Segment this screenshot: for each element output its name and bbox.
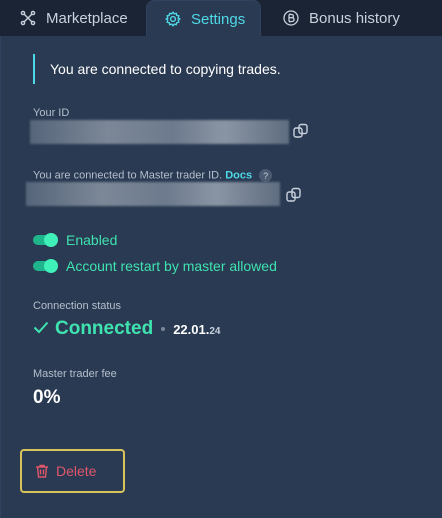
master-trader-id-value <box>26 182 280 206</box>
gear-icon <box>165 11 181 27</box>
tab-bonus-history-label: Bonus history <box>309 9 400 27</box>
tab-settings-label: Settings <box>191 10 246 28</box>
master-trader-label-text: You are connected to Master trader ID. <box>33 169 223 182</box>
connection-status-value: Connected <box>55 318 154 339</box>
fee-value: 0% <box>33 387 61 408</box>
your-id-label: Your ID <box>33 107 70 119</box>
delete-button-label: Delete <box>56 463 97 479</box>
master-trader-label: You are connected to Master trader ID. D… <box>33 169 273 182</box>
your-id-value <box>30 120 289 144</box>
help-icon[interactable]: ? <box>259 169 273 182</box>
connection-status-label: Connection status <box>33 300 122 312</box>
docs-link[interactable]: Docs <box>225 169 252 181</box>
checkmark-icon <box>33 320 49 339</box>
enabled-toggle-row[interactable]: Enabled <box>33 232 117 248</box>
copy-icon[interactable] <box>285 186 303 204</box>
connection-notice: You are connected to copying trades. <box>33 54 413 84</box>
settings-panel: You are connected to copying trades. You… <box>0 36 442 518</box>
connection-date-year: 24 <box>209 325 221 337</box>
connection-notice-text: You are connected to copying trades. <box>50 61 281 77</box>
connection-status: Connected 22.01.24 <box>33 318 220 340</box>
delete-button[interactable]: Delete <box>20 449 125 493</box>
connection-date-day: 22.01. <box>173 321 210 337</box>
enabled-toggle[interactable] <box>33 233 58 247</box>
bitcoin-icon <box>283 10 299 26</box>
restart-toggle-row[interactable]: Account restart by master allowed <box>33 258 277 274</box>
tab-settings[interactable]: Settings <box>146 0 261 37</box>
tab-marketplace[interactable]: Marketplace <box>20 0 128 36</box>
tab-bar: Marketplace Settings Bonus history <box>0 0 442 37</box>
separator-dot <box>161 327 166 331</box>
enabled-toggle-label: Enabled <box>66 232 118 248</box>
trash-icon <box>34 463 50 479</box>
copy-icon[interactable] <box>292 122 310 140</box>
fee-label: Master trader fee <box>33 368 117 380</box>
restart-toggle[interactable] <box>33 259 58 273</box>
tab-marketplace-label: Marketplace <box>46 9 128 27</box>
marketplace-icon <box>20 10 36 26</box>
connection-date: 22.01.24 <box>173 322 220 337</box>
tab-bonus-history[interactable]: Bonus history <box>283 0 400 36</box>
restart-toggle-label: Account restart by master allowed <box>66 258 277 274</box>
